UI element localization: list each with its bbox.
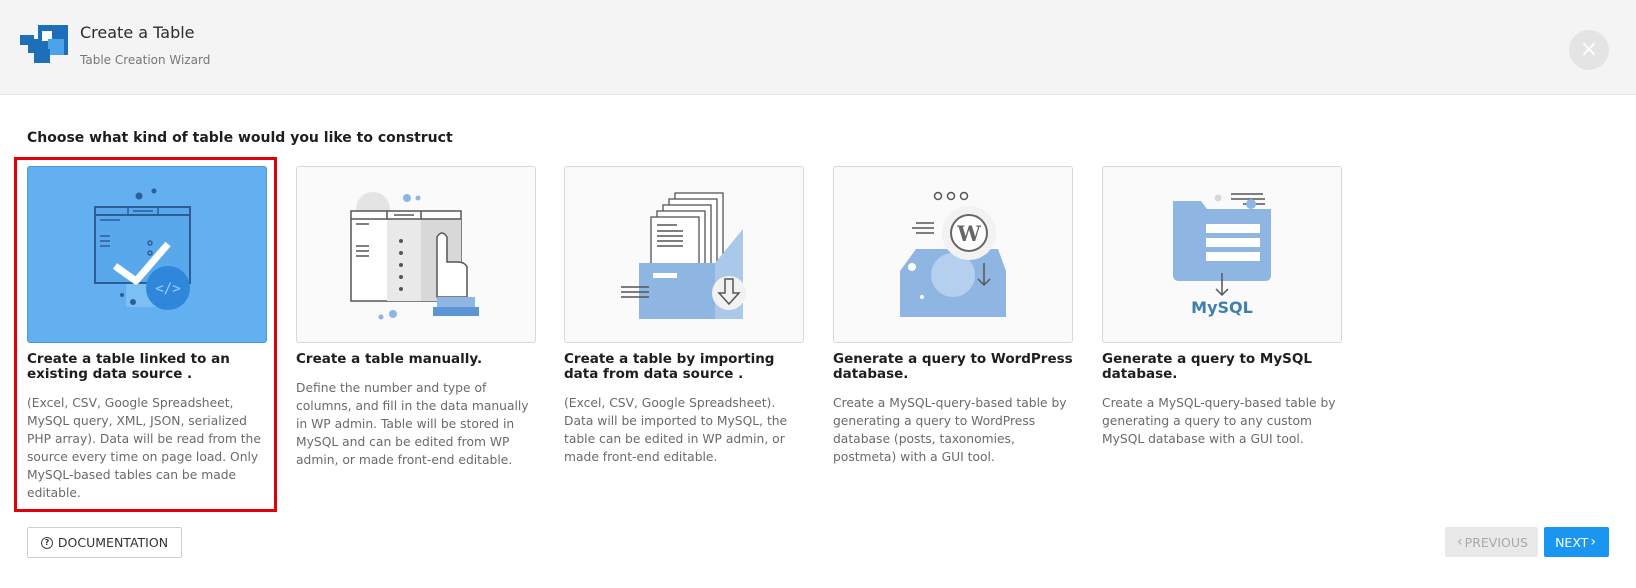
card-image: MySQL [1102,166,1342,343]
card-mysql-query[interactable]: MySQL Generate a query to MySQL database… [1102,166,1342,448]
wizard-header: Create a Table Table Creation Wizard × [0,0,1636,95]
manual-table-icon [350,192,479,320]
page-prompt: Choose what kind of table would you like… [27,130,453,146]
close-button[interactable]: × [1569,30,1609,70]
next-label: NEXT [1555,534,1589,550]
card-description: (Excel, CSV, Google Spreadsheet). Data w… [564,396,788,464]
mysql-query-icon: MySQL [1173,193,1271,317]
card-title: Create a table by importing data from da… [564,351,775,382]
wizard-subtitle: Table Creation Wizard [80,53,211,67]
card-title: Generate a query to MySQL database. [1102,351,1312,382]
card-description: Create a MySQL-query-based table by gene… [1102,396,1336,446]
selection-highlight [14,157,277,512]
wizard-title: Create a Table [80,23,195,42]
card-wordpress-query[interactable]: W Generate a query to WordPress database… [833,166,1073,466]
card-title: Generate a query to WordPress database. [833,351,1073,382]
card-image [564,166,804,343]
previous-button[interactable]: ‹ PREVIOUS [1445,527,1538,557]
import-data-icon [621,192,746,319]
card-import-data[interactable]: Create a table by importing data from da… [564,166,804,466]
card-image: W [833,166,1073,343]
card-manual-table[interactable]: Create a table manually. Define the numb… [296,166,536,469]
wordpress-query-icon: W [900,191,1006,317]
chevron-left-icon: ‹ [1457,534,1463,550]
documentation-label: DOCUMENTATION [57,535,169,550]
close-icon: × [1579,37,1599,62]
documentation-button[interactable]: ? DOCUMENTATION [27,527,182,558]
wpdatatables-logo [20,25,68,63]
previous-label: PREVIOUS [1464,534,1528,550]
card-description: Define the number and type of columns, a… [296,381,529,467]
svg-text:MySQL: MySQL [1191,298,1253,317]
card-description: Create a MySQL-query-based table by gene… [833,396,1067,464]
svg-text:W: W [956,221,981,246]
chevron-right-icon: › [1590,534,1596,550]
next-button[interactable]: NEXT › [1544,527,1609,557]
card-title: Create a table manually. [296,351,483,367]
card-image [296,166,536,343]
help-circle-icon: ? [40,536,53,549]
